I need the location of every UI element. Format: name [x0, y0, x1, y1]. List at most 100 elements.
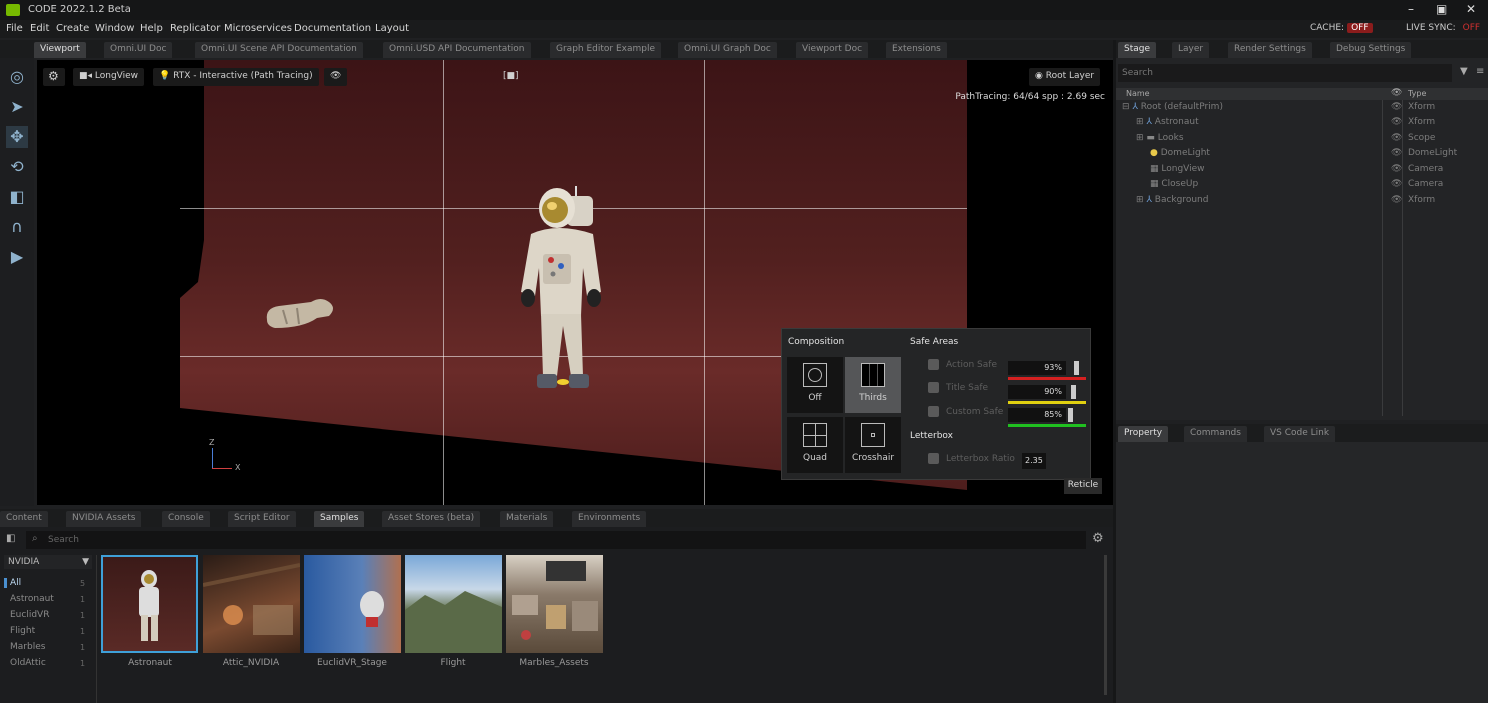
- category-marbles[interactable]: Marbles: [10, 642, 45, 652]
- scale-icon[interactable]: ◧: [6, 186, 28, 208]
- filter-icon[interactable]: ▼: [1460, 66, 1468, 77]
- live-sync-status[interactable]: LIVE SYNC: OFF: [1406, 23, 1484, 33]
- visibility-eye-icon[interactable]: 👁: [1391, 148, 1402, 158]
- tab-graph-editor-example[interactable]: Graph Editor Example: [550, 42, 662, 58]
- action-safe-slider-handle[interactable]: [1074, 361, 1079, 375]
- close-icon[interactable]: ✕: [1466, 2, 1476, 16]
- minimize-icon[interactable]: –: [1408, 2, 1414, 16]
- menu-documentation[interactable]: Documentation: [294, 23, 371, 34]
- snap-magnet-icon[interactable]: ∩: [6, 216, 28, 238]
- tab-commands[interactable]: Commands: [1184, 426, 1247, 442]
- maximize-icon[interactable]: ▣: [1436, 2, 1447, 16]
- title-safe-checkbox[interactable]: [928, 382, 939, 393]
- tab-vs-code-link[interactable]: VS Code Link: [1264, 426, 1336, 442]
- visibility-eye-icon[interactable]: 👁: [324, 68, 348, 86]
- rotate-icon[interactable]: ⟲: [6, 156, 28, 178]
- menu-edit[interactable]: Edit: [30, 23, 49, 34]
- visibility-eye-icon[interactable]: 👁: [1391, 179, 1402, 189]
- tab-usd-api-doc[interactable]: Omni.USD API Documentation: [383, 42, 531, 58]
- tab-console[interactable]: Console: [162, 511, 210, 527]
- tab-materials[interactable]: Materials: [500, 511, 554, 527]
- title-safe-slider-handle[interactable]: [1071, 385, 1076, 399]
- tree-row-root[interactable]: ⊟ ⅄ Root (defaultPrim): [1122, 102, 1223, 112]
- custom-safe-value[interactable]: 85%: [1008, 408, 1066, 422]
- collapse-sidebar-icon[interactable]: ◧: [6, 533, 15, 544]
- tab-viewport-doc[interactable]: Viewport Doc: [796, 42, 869, 58]
- play-icon[interactable]: ▶: [6, 246, 28, 268]
- panel-splitter[interactable]: [1113, 40, 1116, 703]
- composition-quad-button[interactable]: Quad: [787, 417, 843, 473]
- tab-graph-doc[interactable]: Omni.UI Graph Doc: [678, 42, 777, 58]
- composition-off-button[interactable]: Off: [787, 357, 843, 413]
- samples-search-input[interactable]: Search: [26, 531, 1086, 549]
- tab-property[interactable]: Property: [1118, 426, 1169, 442]
- source-dropdown[interactable]: NVIDIA ▼: [4, 555, 92, 569]
- samples-scrollbar[interactable]: [1104, 555, 1107, 695]
- sample-thumbnail-astronaut[interactable]: [101, 555, 198, 653]
- menu-file[interactable]: File: [6, 23, 23, 34]
- select-arrow-icon[interactable]: ➤: [6, 96, 28, 118]
- cache-toggle[interactable]: OFF: [1347, 23, 1373, 33]
- category-euclidvr[interactable]: EuclidVR: [10, 610, 49, 620]
- tab-script-editor[interactable]: Script Editor: [228, 511, 296, 527]
- sample-thumbnail-attic[interactable]: [203, 555, 300, 653]
- tab-viewport[interactable]: Viewport: [34, 42, 86, 58]
- tree-row-closeup[interactable]: ▦ CloseUp: [1150, 179, 1198, 189]
- visibility-eye-icon[interactable]: 👁: [1391, 102, 1402, 112]
- select-mode-icon[interactable]: ◎: [6, 66, 28, 88]
- visibility-eye-icon[interactable]: 👁: [1391, 195, 1402, 205]
- tab-asset-stores[interactable]: Asset Stores (beta): [382, 511, 481, 527]
- camera-selector[interactable]: ■◂ LongView: [73, 68, 145, 86]
- menu-layout[interactable]: Layout: [375, 23, 409, 34]
- category-all[interactable]: All: [10, 578, 21, 588]
- visibility-eye-icon[interactable]: 👁: [1391, 164, 1402, 174]
- letterbox-checkbox[interactable]: [928, 453, 939, 464]
- cache-status[interactable]: CACHE: OFF: [1310, 23, 1373, 33]
- tab-environments[interactable]: Environments: [572, 511, 647, 527]
- action-safe-checkbox[interactable]: [928, 359, 939, 370]
- tree-row-astronaut[interactable]: ⊞ ⅄ Astronaut: [1136, 117, 1199, 127]
- title-safe-value[interactable]: 90%: [1008, 385, 1066, 399]
- visibility-eye-icon[interactable]: 👁: [1391, 133, 1402, 143]
- tab-layer[interactable]: Layer: [1172, 42, 1210, 58]
- tab-omni-ui-doc[interactable]: Omni.UI Doc: [104, 42, 173, 58]
- menu-replicator[interactable]: Replicator: [170, 23, 220, 34]
- tree-row-background[interactable]: ⊞ ⅄ Background: [1136, 195, 1208, 205]
- menu-window[interactable]: Window: [95, 23, 134, 34]
- menu-microservices[interactable]: Microservices: [224, 23, 292, 34]
- custom-safe-slider-handle[interactable]: [1068, 408, 1073, 422]
- visibility-eye-icon[interactable]: 👁: [1391, 117, 1402, 127]
- composition-crosshair-button[interactable]: Crosshair: [845, 417, 901, 473]
- tab-extensions[interactable]: Extensions: [886, 42, 947, 58]
- menu-help[interactable]: Help: [140, 23, 163, 34]
- tree-row-longview[interactable]: ▦ LongView: [1150, 164, 1205, 174]
- tab-debug-settings[interactable]: Debug Settings: [1330, 42, 1412, 58]
- tab-render-settings[interactable]: Render Settings: [1228, 42, 1312, 58]
- sample-thumbnail-flight[interactable]: [405, 555, 502, 653]
- custom-safe-checkbox[interactable]: [928, 406, 939, 417]
- tab-scene-api-doc[interactable]: Omni.UI Scene API Documentation: [195, 42, 363, 58]
- tab-stage[interactable]: Stage: [1118, 42, 1157, 58]
- options-icon[interactable]: ≡: [1476, 66, 1484, 77]
- samples-settings-gear-icon[interactable]: ⚙: [1092, 531, 1104, 546]
- category-flight[interactable]: Flight: [10, 626, 35, 636]
- composition-thirds-button[interactable]: Thirds: [845, 357, 901, 413]
- action-safe-value[interactable]: 93%: [1008, 361, 1066, 375]
- category-oldattic[interactable]: OldAttic: [10, 658, 46, 668]
- letterbox-ratio-input[interactable]: 2.35: [1022, 453, 1046, 469]
- sample-thumbnail-marbles[interactable]: [506, 555, 603, 653]
- reticle-button[interactable]: Reticle: [1064, 478, 1102, 494]
- tab-nvidia-assets[interactable]: NVIDIA Assets: [66, 511, 142, 527]
- category-astronaut[interactable]: Astronaut: [10, 594, 54, 604]
- menu-create[interactable]: Create: [56, 23, 89, 34]
- live-sync-toggle[interactable]: OFF: [1459, 23, 1484, 33]
- tree-row-looks[interactable]: ⊞ ▬ Looks: [1136, 133, 1184, 143]
- tab-content[interactable]: Content: [0, 511, 48, 527]
- viewport-settings-gear-icon[interactable]: ⚙: [43, 68, 65, 86]
- layer-selector[interactable]: ◉ Root Layer: [1029, 68, 1101, 86]
- sample-thumbnail-euclidvr[interactable]: [304, 555, 401, 653]
- reticle-center-icon[interactable]: [■]: [497, 68, 525, 86]
- move-icon[interactable]: ✥: [6, 126, 28, 148]
- tree-row-domelight[interactable]: ● DomeLight: [1150, 148, 1210, 158]
- renderer-selector[interactable]: 💡 RTX - Interactive (Path Tracing): [153, 68, 319, 86]
